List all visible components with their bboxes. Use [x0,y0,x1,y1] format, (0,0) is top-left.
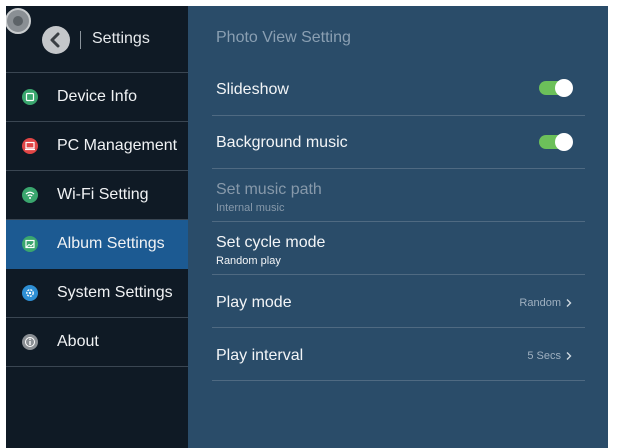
play-mode-value: Random [519,297,561,309]
play-mode-row[interactable]: Play mode Random [212,274,585,328]
music-path-value: Internal music [216,202,285,214]
back-arrow-icon [50,32,60,48]
header-divider [80,31,81,49]
sidebar-item-label: Wi-Fi Setting [57,186,149,203]
page-title: Photo View Setting [216,29,351,46]
sidebar-item-label: Device Info [57,88,138,105]
background-music-label: Background music [216,134,348,151]
sidebar-item-wifi-setting[interactable]: Wi-Fi Setting [6,171,188,220]
chevron-right-icon [566,299,572,307]
wifi-icon [22,187,38,203]
toggle-knob [555,133,573,151]
toggle-knob [555,79,573,97]
background-music-toggle[interactable] [539,133,573,151]
sidebar-item-label: Album Settings [57,235,165,252]
set-cycle-mode-row[interactable]: Set cycle mode Random play [212,221,585,275]
sidebar: Settings Device Info PC Management Wi-Fi… [6,6,188,448]
album-icon [22,236,38,252]
sidebar-item-pc-management[interactable]: PC Management [6,122,188,171]
play-interval-value: 5 Secs [527,350,561,362]
background-music-row[interactable]: Background music [212,115,585,169]
chevron-right-icon [566,352,572,360]
device-info-icon [22,89,38,105]
sidebar-title: Settings [92,30,150,47]
home-button-icon[interactable] [6,8,31,34]
slideshow-row[interactable]: Slideshow [212,62,585,116]
sidebar-item-device-info[interactable]: Device Info [6,73,188,122]
about-icon [22,334,38,350]
sidebar-item-about[interactable]: About [6,318,188,367]
sidebar-item-album-settings[interactable]: Album Settings [6,220,188,269]
sidebar-item-system-settings[interactable]: System Settings [6,269,188,318]
set-music-path-label: Set music path [216,181,322,198]
system-settings-icon [22,285,38,301]
play-mode-label: Play mode [216,294,292,311]
play-interval-row[interactable]: Play interval 5 Secs [212,327,585,381]
photo-view-settings-panel: Photo View Setting Slideshow Background … [188,6,608,448]
sidebar-item-label: System Settings [57,284,173,301]
set-cycle-mode-label: Set cycle mode [216,234,326,251]
cycle-mode-value: Random play [216,255,281,267]
sidebar-item-label: PC Management [57,137,178,154]
slideshow-label: Slideshow [216,81,289,98]
settings-window: Settings Device Info PC Management Wi-Fi… [6,6,608,448]
set-music-path-row: Set music path Internal music [212,168,585,222]
back-button[interactable] [42,26,70,54]
sidebar-header: Settings [6,6,188,73]
slideshow-toggle[interactable] [539,79,573,97]
pc-management-icon [22,138,38,154]
play-interval-label: Play interval [216,347,304,364]
sidebar-item-label: About [57,333,99,350]
